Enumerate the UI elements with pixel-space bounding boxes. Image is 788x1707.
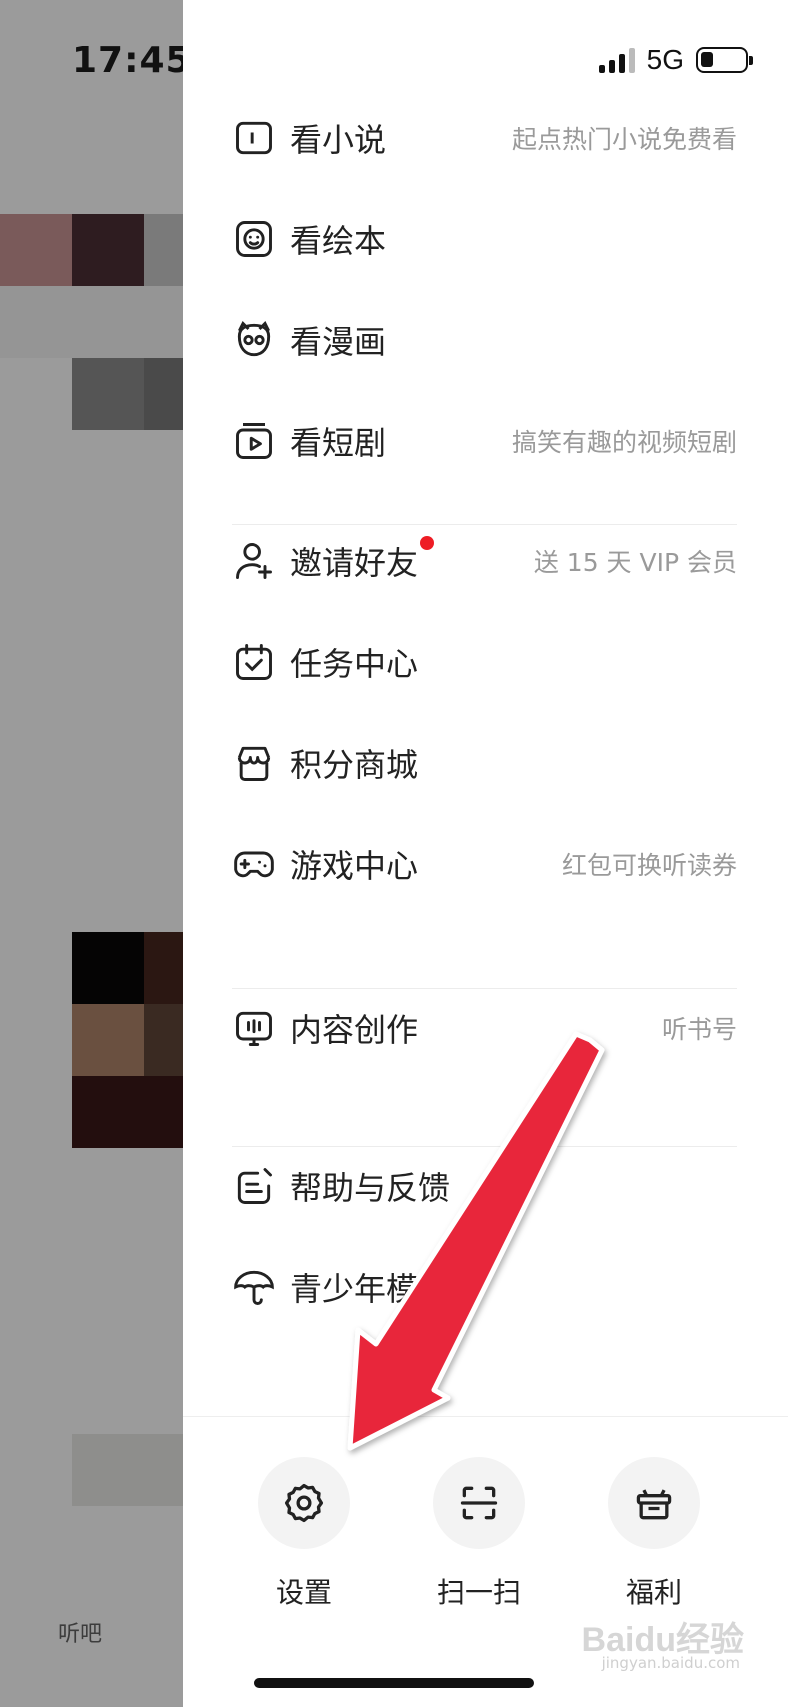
gamepad-icon — [232, 842, 276, 886]
menu-item[interactable]: 看绘本 — [232, 199, 737, 279]
menu-item-label: 积分商城 — [290, 746, 419, 784]
welfare-label: 福利 — [625, 1576, 682, 1609]
menu-item-hint: 搞笑有趣的视频短剧 — [511, 428, 737, 457]
watermark-url: jingyan.baidu.com — [601, 1654, 740, 1672]
gear-icon[interactable] — [258, 1457, 350, 1549]
settings-label: 设置 — [275, 1576, 332, 1609]
blurred-thumbnail — [72, 214, 144, 286]
blurred-thumbnail — [72, 1076, 190, 1148]
menu-item[interactable]: 内容创作 听书号 — [232, 988, 737, 1068]
menu-item-label: 看漫画 — [290, 323, 387, 361]
creator-monitor-icon — [232, 1006, 276, 1050]
background-tab-label: 听吧 — [58, 1622, 103, 1647]
menu-item-label: 帮助与反馈 — [290, 1169, 451, 1207]
comic-icon — [232, 318, 276, 362]
menu-item-label: 任务中心 — [290, 645, 419, 683]
scan-button[interactable]: 扫一扫 — [424, 1457, 534, 1611]
background-app-overlay[interactable]: 17:45 听吧 — [0, 0, 192, 1706]
menu-item[interactable]: 看短剧 搞笑有趣的视频短剧 — [232, 401, 737, 481]
menu-item-hint: 送 15 天 VIP 会员 — [533, 548, 737, 577]
menu-item[interactable]: 游戏中心 红包可换听读券 — [232, 824, 737, 904]
menu-item-label: 看小说 — [290, 121, 387, 159]
menu-item-hint: 起点热门小说免费看 — [511, 125, 737, 154]
menu-item[interactable]: 青少年模式 — [232, 1247, 737, 1327]
menu-item-hint: 红包可换听读券 — [561, 851, 737, 880]
feedback-icon — [232, 1164, 276, 1208]
menu-item-label: 看短剧 — [290, 424, 387, 462]
home-indicator[interactable] — [254, 1678, 534, 1688]
menu-divider — [232, 988, 737, 989]
status-time: 17:45 — [72, 40, 192, 81]
menu-item[interactable]: 帮助与反馈 — [232, 1146, 737, 1226]
calendar-check-icon — [232, 640, 276, 684]
menu-item[interactable]: 邀请好友 送 15 天 VIP 会员 — [232, 521, 737, 601]
menu-item-label: 邀请好友 — [290, 544, 419, 582]
menu-item-label: 内容创作 — [290, 1011, 419, 1049]
settings-button[interactable]: 设置 — [249, 1457, 359, 1611]
store-icon — [232, 741, 276, 785]
scan-icon[interactable] — [433, 1457, 525, 1549]
menu-item[interactable]: 积分商城 — [232, 723, 737, 803]
picture-book-icon — [232, 217, 276, 261]
scan-label: 扫一扫 — [436, 1576, 521, 1609]
menu-divider — [232, 524, 737, 525]
gift-icon[interactable] — [608, 1457, 700, 1549]
video-icon — [232, 419, 276, 463]
add-user-icon — [232, 539, 276, 583]
battery-icon — [696, 47, 753, 73]
menu-item-label: 青少年模式 — [290, 1270, 451, 1308]
welfare-button[interactable]: 福利 — [599, 1457, 709, 1611]
blurred-thumbnail — [72, 1004, 144, 1076]
book-icon — [232, 116, 276, 160]
blurred-band — [0, 286, 190, 358]
umbrella-icon — [232, 1265, 276, 1309]
status-indicators: 5G — [598, 44, 753, 76]
menu-item[interactable]: 看漫画 — [232, 300, 737, 380]
menu-item-hint: 听书号 — [661, 1015, 737, 1044]
blurred-thumbnail — [72, 932, 144, 1004]
notification-dot — [420, 536, 435, 550]
menu-item[interactable]: 任务中心 — [232, 622, 737, 702]
signal-icon — [598, 47, 635, 73]
menu-item-label: 游戏中心 — [290, 847, 419, 885]
menu-divider — [232, 1146, 737, 1147]
blurred-thumbnail — [72, 1434, 190, 1506]
network-type: 5G — [646, 44, 684, 75]
menu-item-label: 看绘本 — [290, 222, 387, 260]
menu-item[interactable]: 看小说 起点热门小说免费看 — [232, 98, 737, 178]
blurred-thumbnail — [72, 358, 144, 430]
blurred-thumbnail — [0, 214, 72, 286]
